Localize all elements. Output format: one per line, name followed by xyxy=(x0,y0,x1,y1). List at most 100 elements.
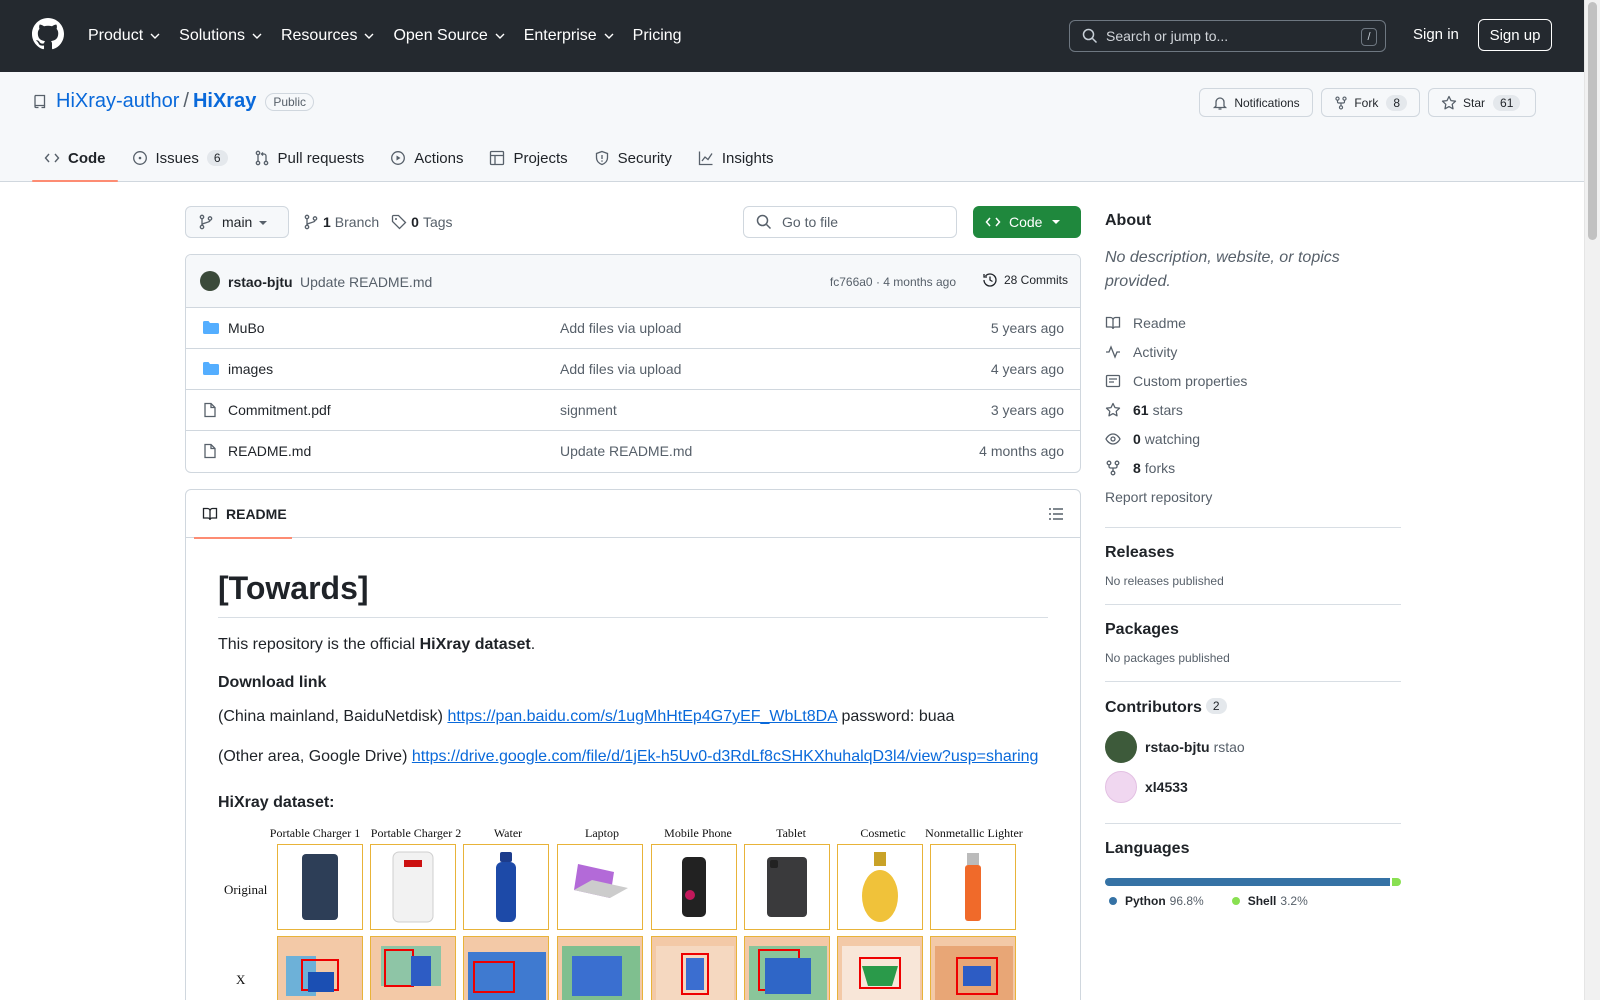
graph-icon xyxy=(698,151,713,166)
repo-name-link[interactable]: HiXray xyxy=(193,90,256,113)
avatar[interactable] xyxy=(200,271,220,291)
file-name-link[interactable]: README.md xyxy=(228,443,311,459)
portable-charger-image xyxy=(302,854,338,920)
file-commit-message[interactable]: Add files via upload xyxy=(560,361,681,377)
nav-product-label: Product xyxy=(88,27,144,44)
tab-projects-label: Projects xyxy=(513,149,568,167)
forks-link[interactable]: 8 forks xyxy=(1105,453,1401,482)
branch-select-button[interactable]: main xyxy=(185,206,289,238)
file-name-link[interactable]: images xyxy=(228,361,273,377)
language-item[interactable]: Python 96.8% xyxy=(1105,894,1204,908)
packages-heading[interactable]: Packages xyxy=(1105,621,1401,639)
tab-code[interactable]: Code xyxy=(32,134,118,182)
github-logo-icon[interactable] xyxy=(32,18,64,50)
file-row[interactable]: images Add files via upload 4 years ago xyxy=(186,349,1080,390)
nav-resources[interactable]: Resources xyxy=(281,27,375,45)
contributors-count: 2 xyxy=(1205,698,1227,714)
commits-history-link[interactable]: 28 Commits xyxy=(982,272,1068,288)
repo-owner-link[interactable]: HiXray-author xyxy=(56,90,179,113)
tab-projects[interactable]: Projects xyxy=(477,134,579,182)
nav-pricing[interactable]: Pricing xyxy=(633,27,682,45)
portable-charger-image xyxy=(392,851,434,923)
sign-up-button[interactable]: Sign up xyxy=(1478,19,1552,51)
watching-link[interactable]: 0 watching xyxy=(1105,424,1401,453)
star-icon xyxy=(1441,95,1457,109)
language-item[interactable]: Shell 3.2% xyxy=(1228,894,1308,908)
branch-row: main 1 Branch 0 Tags Go to file Code xyxy=(185,206,1081,238)
releases-heading[interactable]: Releases xyxy=(1105,544,1401,562)
code-button-label: Code xyxy=(1009,214,1043,230)
chevron-down-icon xyxy=(364,33,374,39)
file-commit-message[interactable]: signment xyxy=(560,402,617,418)
file-row[interactable]: README.md Update README.md 4 months ago xyxy=(186,431,1080,472)
commit-author-link[interactable]: rstao-bjtu xyxy=(228,274,293,290)
tags-link[interactable]: 0 Tags xyxy=(391,214,453,230)
language-name: Shell xyxy=(1247,894,1277,908)
tab-issues[interactable]: Issues 6 xyxy=(120,134,240,182)
history-icon xyxy=(983,273,997,287)
star-button[interactable]: Star 61 xyxy=(1428,88,1536,117)
tab-pull-requests[interactable]: Pull requests xyxy=(242,134,377,182)
google-drive-link[interactable]: https://drive.google.com/file/d/1jEk-h5U… xyxy=(412,748,1039,765)
tab-actions[interactable]: Actions xyxy=(378,134,475,182)
intro-bold-text: HiXray dataset xyxy=(419,636,531,653)
figure-image xyxy=(651,844,737,930)
current-branch-label: main xyxy=(222,214,253,230)
file-name-link[interactable]: Commitment.pdf xyxy=(228,402,331,418)
commits-count-label: 28 Commits xyxy=(1003,273,1068,287)
nav-enterprise-label: Enterprise xyxy=(523,27,597,44)
global-search-input[interactable]: Search or jump to... / xyxy=(1069,20,1386,52)
nav-enterprise[interactable]: Enterprise xyxy=(524,27,615,45)
table-of-contents-icon[interactable] xyxy=(1048,506,1064,522)
readme-link[interactable]: Readme xyxy=(1105,308,1401,337)
commit-hash-time[interactable]: fc766a0 · 4 months ago xyxy=(830,275,956,289)
page-scrollbar[interactable] xyxy=(1584,0,1600,1000)
main-column: main 1 Branch 0 Tags Go to file Code rst… xyxy=(185,206,1081,1000)
contributor-item[interactable]: rstao-bjtu rstao xyxy=(1105,727,1401,767)
language-color-dot xyxy=(1231,897,1240,905)
tab-readme[interactable]: README xyxy=(194,490,292,539)
file-row[interactable]: Commitment.pdf signment 3 years ago xyxy=(186,390,1080,431)
notifications-button[interactable]: Notifications xyxy=(1199,88,1314,117)
language-bar-segment-python xyxy=(1105,878,1390,886)
nav-solutions[interactable]: Solutions xyxy=(179,27,263,45)
branches-link[interactable]: 1 Branch xyxy=(303,214,379,230)
tab-insights-label: Insights xyxy=(721,149,774,167)
stars-link[interactable]: 61 stars xyxy=(1105,395,1401,424)
star-count: 61 xyxy=(1493,94,1521,111)
file-age: 5 years ago xyxy=(990,320,1064,336)
shield-icon xyxy=(595,150,608,166)
commit-message-link[interactable]: Update README.md xyxy=(300,274,432,290)
custom-properties-link[interactable]: Custom properties xyxy=(1105,366,1401,395)
figure-row-label-xray: X xyxy=(236,972,246,987)
pull-request-icon xyxy=(255,150,268,166)
repo-tabs: Code Issues 6 Pull requests Actions Proj… xyxy=(32,134,788,182)
file-commit-message[interactable]: Update README.md xyxy=(560,443,692,459)
contributor-item[interactable]: xl4533 xyxy=(1105,767,1401,807)
file-name-link[interactable]: MuBo xyxy=(228,320,265,336)
scrollbar-thumb[interactable] xyxy=(1588,2,1597,240)
activity-link[interactable]: Activity xyxy=(1105,337,1401,366)
file-row[interactable]: MuBo Add files via upload 5 years ago xyxy=(186,308,1080,349)
book-icon xyxy=(1105,316,1121,329)
tab-insights[interactable]: Insights xyxy=(686,134,786,182)
baidu-download-link[interactable]: https://pan.baidu.com/s/1ugMhHtEp4G7yEF_… xyxy=(447,708,837,725)
contributors-heading[interactable]: Contributors 2 xyxy=(1105,698,1401,717)
fork-button[interactable]: Fork 8 xyxy=(1321,88,1420,117)
readme-tab-bar: README xyxy=(186,490,1080,539)
tab-security[interactable]: Security xyxy=(582,134,684,182)
nav-product[interactable]: Product xyxy=(88,27,161,45)
contributor-name: rstao-bjtu xyxy=(1145,739,1210,755)
file-age: 4 years ago xyxy=(990,361,1064,377)
file-commit-message[interactable]: Add files via upload xyxy=(560,320,681,336)
xray-scan-image xyxy=(381,946,441,987)
figure-image xyxy=(557,844,643,930)
search-placeholder: Search or jump to... xyxy=(1106,28,1229,44)
code-dropdown-button[interactable]: Code xyxy=(973,206,1081,238)
report-repository-link[interactable]: Report repository xyxy=(1105,482,1401,511)
contributor-name: xl4533 xyxy=(1145,779,1188,795)
readme-intro: This repository is the official HiXray d… xyxy=(218,634,1048,656)
go-to-file-input[interactable]: Go to file xyxy=(743,206,957,238)
nav-open-source[interactable]: Open Source xyxy=(393,27,505,45)
sign-in-link[interactable]: Sign in xyxy=(1413,26,1459,43)
